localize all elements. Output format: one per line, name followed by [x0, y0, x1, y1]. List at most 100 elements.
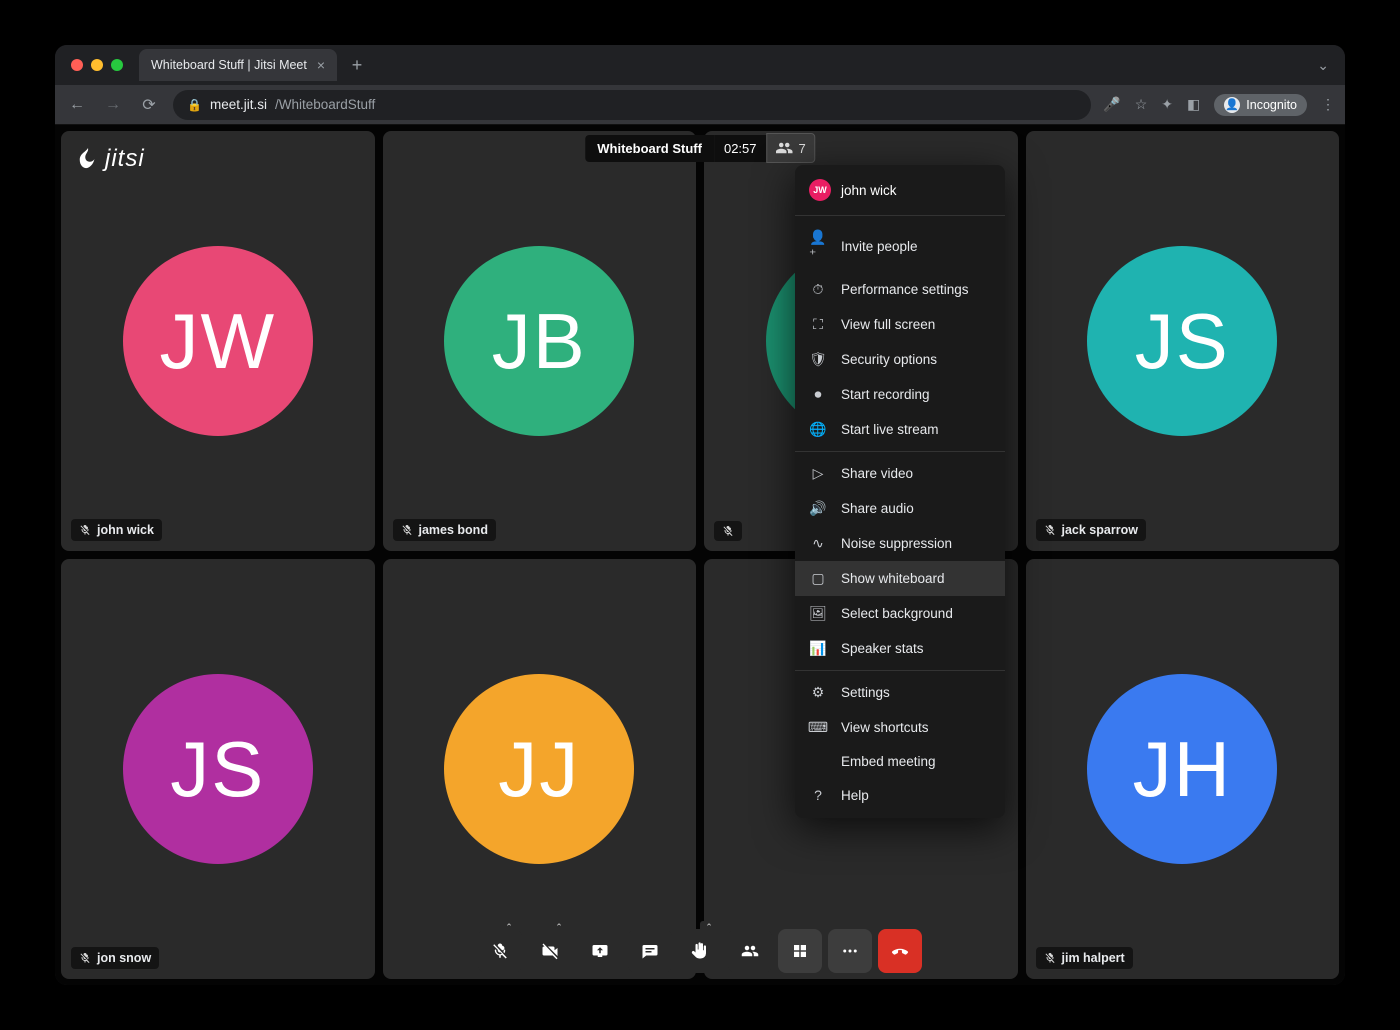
hangup-button[interactable] — [878, 929, 922, 973]
participant-tile[interactable]: JB james bond — [383, 131, 697, 551]
menu-item-label: Speaker stats — [841, 641, 924, 656]
app-content: JWjohn wick JB james bond JSjack sparrow JSj… — [55, 125, 1345, 985]
screenshare-button[interactable] — [578, 929, 622, 973]
menu-item-icon: 👤⁺ — [809, 229, 827, 263]
incognito-icon: 👤 — [1224, 97, 1240, 113]
tile-view-button[interactable] — [778, 929, 822, 973]
participant-name: jack sparrow — [1062, 523, 1138, 537]
participant-tile[interactable]: JSjack sparrow — [1026, 131, 1340, 551]
menu-item-label: Settings — [841, 685, 890, 700]
browser-window: Whiteboard Stuff | Jitsi Meet × + ⌄ ← → … — [55, 45, 1345, 985]
menu-item-settings[interactable]: ⚙ Settings — [795, 675, 1005, 710]
participant-name-badge: jack sparrow — [1036, 519, 1146, 541]
menu-item-label: Security options — [841, 352, 937, 367]
menu-item-start-live-stream[interactable]: 🌐Start live stream — [795, 412, 1005, 447]
hand-icon — [691, 942, 709, 960]
participant-tile[interactable]: JHjim halpert — [1026, 559, 1340, 979]
jitsi-logo-icon — [77, 146, 99, 172]
side-panel-icon[interactable]: ◧ — [1187, 96, 1200, 113]
back-button[interactable]: ← — [65, 96, 89, 114]
menu-item-icon: 🛡 — [809, 351, 827, 368]
more-actions-menu: JW john wick 👤⁺ Invite people ⏱Performance… — [795, 165, 1005, 818]
menu-item-view-shortcuts[interactable]: ⌨View shortcuts — [795, 710, 1005, 745]
mic-off-icon — [79, 952, 91, 964]
participants-button[interactable] — [728, 929, 772, 973]
minimize-window-icon[interactable] — [91, 59, 103, 71]
jitsi-logo-text: jitsi — [105, 145, 145, 173]
mac-traffic-lights[interactable] — [65, 59, 133, 71]
menu-item-select-background[interactable]: 🖼Select background — [795, 596, 1005, 631]
menu-item-help[interactable]: ? Help — [795, 778, 1005, 812]
lock-icon: 🔒 — [187, 98, 202, 112]
incognito-badge[interactable]: 👤 Incognito — [1214, 94, 1307, 116]
menu-item-noise-suppression[interactable]: ∿Noise suppression — [795, 526, 1005, 561]
menu-item-icon: 📊 — [809, 640, 827, 657]
participant-tile[interactable]: JJ — [383, 559, 697, 979]
menu-item-label: Embed meeting — [841, 754, 936, 769]
camera-toggle-button[interactable]: ⌃ — [528, 929, 572, 973]
url-input[interactable]: 🔒 meet.jit.si/WhiteboardStuff — [173, 90, 1091, 120]
avatar: JB — [444, 246, 634, 436]
close-window-icon[interactable] — [71, 59, 83, 71]
tab-title: Whiteboard Stuff | Jitsi Meet — [151, 58, 307, 72]
mic-off-icon — [1044, 952, 1056, 964]
close-tab-icon[interactable]: × — [317, 57, 325, 73]
forward-button[interactable]: → — [101, 96, 125, 114]
mic-toggle-button[interactable]: ⌃ — [478, 929, 522, 973]
menu-item-icon: 🔊 — [809, 500, 827, 517]
more-horizontal-icon — [841, 942, 859, 960]
participant-tile[interactable]: JWjohn wick — [61, 131, 375, 551]
menu-item-icon: ⚙ — [809, 684, 827, 701]
participant-name-badge: jon snow — [71, 947, 159, 969]
menu-item-label: Show whiteboard — [841, 571, 945, 586]
raise-hand-button[interactable]: ⌃ — [678, 929, 722, 973]
camera-options-caret[interactable]: ⌃ — [550, 921, 568, 933]
menu-item-icon: ? — [809, 787, 827, 803]
participant-name: john wick — [97, 523, 154, 537]
menu-item-speaker-stats[interactable]: 📊 Speaker stats — [795, 631, 1005, 666]
browser-addressbar: ← → ⟳ 🔒 meet.jit.si/WhiteboardStuff 🎤 ☆ … — [55, 85, 1345, 125]
more-actions-button[interactable] — [828, 929, 872, 973]
menu-current-user[interactable]: JW john wick — [795, 171, 1005, 211]
participant-count-button[interactable]: 7 — [767, 133, 815, 163]
menu-item-share-audio[interactable]: 🔊 Share audio — [795, 491, 1005, 526]
menu-item-performance-settings[interactable]: ⏱Performance settings — [795, 272, 1005, 307]
new-tab-button[interactable]: + — [343, 51, 371, 79]
menu-item-label: View full screen — [841, 317, 935, 332]
browser-tab[interactable]: Whiteboard Stuff | Jitsi Meet × — [139, 49, 337, 81]
url-path: /WhiteboardStuff — [275, 97, 375, 112]
menu-item-label: Invite people — [841, 239, 918, 254]
menu-item-label: Share audio — [841, 501, 914, 516]
menu-item-start-recording[interactable]: ⏺Start recording — [795, 377, 1005, 412]
menu-item-invite-people[interactable]: 👤⁺ Invite people — [795, 220, 1005, 272]
menu-item-show-whiteboard[interactable]: ▢Show whiteboard — [795, 561, 1005, 596]
menu-item-label: Noise suppression — [841, 536, 952, 551]
participant-grid: JWjohn wick JB james bond JSjack sparrow JSj… — [61, 131, 1339, 979]
menu-item-icon: ⏺ — [809, 386, 827, 403]
participant-name-badge: james bond — [393, 519, 496, 541]
menu-item-security-options[interactable]: 🛡 Security options — [795, 342, 1005, 377]
people-icon — [776, 139, 794, 157]
chat-button[interactable] — [628, 929, 672, 973]
menu-item-label: Help — [841, 788, 869, 803]
browser-toolbar-right: 🎤 ☆ ✦ ◧ 👤 Incognito ⋮ — [1103, 94, 1335, 116]
menu-item-embed-meeting[interactable]: Embed meeting — [795, 745, 1005, 778]
reactions-caret[interactable]: ⌃ — [700, 921, 718, 933]
menu-separator — [795, 670, 1005, 671]
maximize-window-icon[interactable] — [111, 59, 123, 71]
mic-off-icon — [1044, 524, 1056, 536]
menu-item-label: Select background — [841, 606, 953, 621]
chrome-menu-icon[interactable]: ⋮ — [1321, 96, 1335, 113]
bookmark-icon[interactable]: ☆ — [1135, 96, 1148, 113]
extensions-icon[interactable]: ✦ — [1161, 96, 1173, 113]
mic-options-caret[interactable]: ⌃ — [500, 921, 518, 933]
voice-search-icon[interactable]: 🎤 — [1103, 96, 1120, 113]
menu-item-view-full-screen[interactable]: ⛶View full screen — [795, 307, 1005, 342]
menu-separator — [795, 451, 1005, 452]
participant-name: james bond — [419, 523, 488, 537]
menu-item-share-video[interactable]: ▷Share video — [795, 456, 1005, 491]
participant-name-badge: jim halpert — [1036, 947, 1133, 969]
participant-tile[interactable]: JSjon snow — [61, 559, 375, 979]
reload-button[interactable]: ⟳ — [137, 95, 161, 115]
tab-overflow-icon[interactable]: ⌄ — [1317, 57, 1335, 74]
